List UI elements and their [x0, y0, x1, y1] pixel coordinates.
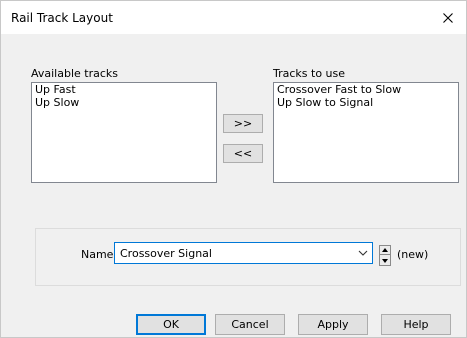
new-status-label: (new) — [397, 248, 429, 261]
spin-down-button[interactable] — [380, 256, 390, 265]
add-track-button[interactable]: >> — [223, 114, 263, 133]
tracks-to-use-label: Tracks to use — [273, 67, 346, 80]
available-tracks-list[interactable]: Up Fast Up Slow — [31, 82, 217, 183]
chevron-down-icon[interactable] — [358, 248, 368, 258]
triangle-up-icon — [382, 248, 388, 252]
title-bar: Rail Track Layout — [1, 1, 466, 34]
rail-track-layout-dialog: Rail Track Layout Available tracks Up Fa… — [0, 0, 467, 338]
name-label: Name — [81, 248, 114, 261]
help-button[interactable]: Help — [381, 314, 451, 335]
ok-button[interactable]: OK — [136, 314, 206, 335]
available-tracks-label: Available tracks — [31, 67, 119, 80]
cancel-button[interactable]: Cancel — [215, 314, 285, 335]
list-item[interactable]: Up Fast — [32, 83, 216, 96]
list-item[interactable]: Up Slow to Signal — [274, 96, 458, 109]
triangle-down-icon — [382, 258, 388, 263]
name-combobox-value[interactable]: Crossover Signal — [120, 247, 212, 260]
close-button[interactable] — [430, 1, 466, 34]
list-item[interactable]: Up Slow — [32, 96, 216, 109]
window-title: Rail Track Layout — [11, 11, 113, 25]
remove-track-button[interactable]: << — [223, 144, 263, 163]
name-combobox[interactable]: Crossover Signal — [114, 242, 373, 264]
close-icon — [443, 12, 453, 23]
apply-button[interactable]: Apply — [298, 314, 368, 335]
tracks-to-use-list[interactable]: Crossover Fast to Slow Up Slow to Signal — [273, 82, 459, 183]
spin-up-button[interactable] — [380, 246, 390, 255]
list-item[interactable]: Crossover Fast to Slow — [274, 83, 458, 96]
name-spinner[interactable] — [379, 245, 391, 266]
